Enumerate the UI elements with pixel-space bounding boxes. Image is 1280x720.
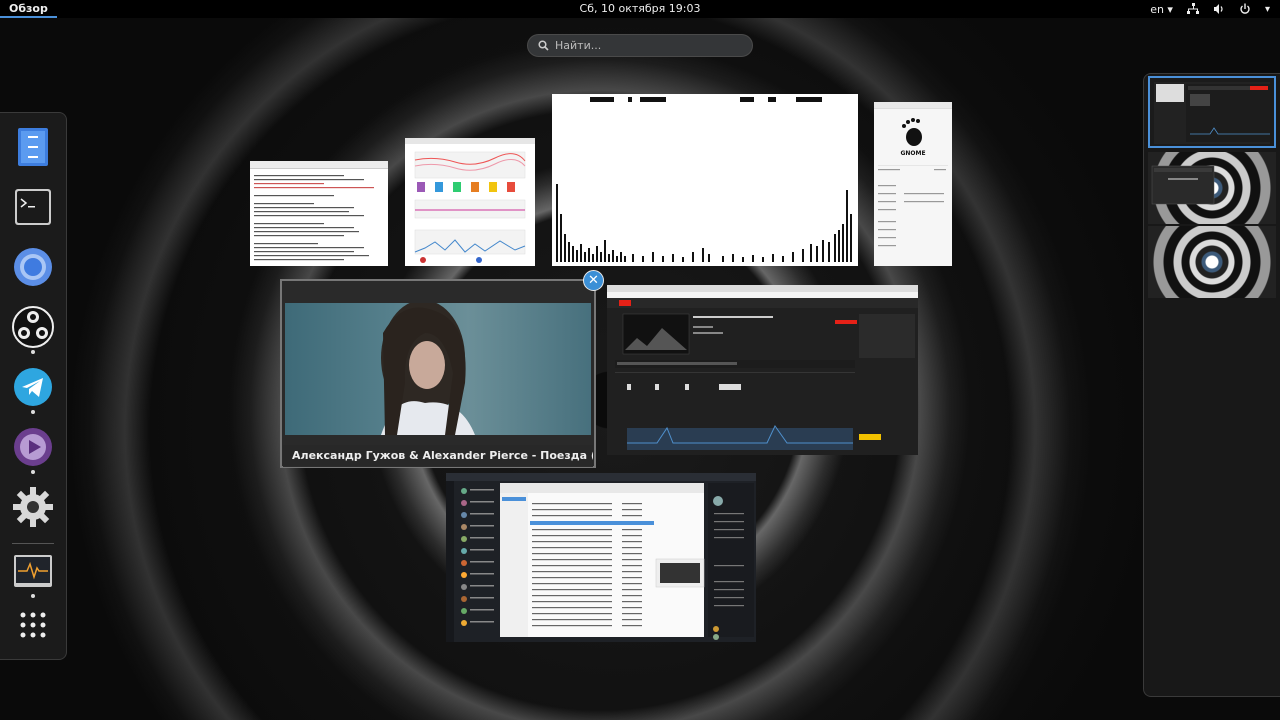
workspace-1-preview bbox=[1154, 82, 1270, 144]
workspace-2-preview bbox=[1151, 165, 1215, 205]
dash-item-system-monitor[interactable] bbox=[11, 549, 55, 593]
window-thumbnail-video-player[interactable] bbox=[280, 279, 596, 468]
system-tray: en ▾ ▾ bbox=[1150, 0, 1270, 18]
dash-item-files[interactable] bbox=[11, 125, 55, 169]
obs-icon bbox=[12, 306, 54, 348]
gnome-logo-text: GNOME bbox=[900, 150, 926, 157]
search-icon bbox=[538, 36, 549, 55]
gnome-foot-icon bbox=[902, 118, 922, 146]
running-indicator bbox=[31, 594, 35, 598]
window-thumbnail-spectrum-analyzer[interactable] bbox=[552, 94, 858, 266]
media-player-icon bbox=[14, 428, 52, 466]
dash-item-telegram[interactable] bbox=[11, 365, 55, 409]
top-bar: Обзор Сб, 10 октября 19:03 en ▾ ▾ bbox=[0, 0, 1280, 18]
overview-screen: Обзор Сб, 10 октября 19:03 en ▾ ▾ Найти.… bbox=[0, 0, 1280, 720]
clock-label[interactable]: Сб, 10 октября 19:03 bbox=[580, 2, 701, 15]
search-field[interactable] bbox=[527, 34, 753, 57]
settings-gear-icon bbox=[13, 487, 53, 527]
dash-item-terminal[interactable] bbox=[11, 185, 55, 229]
terminal-icon bbox=[15, 189, 51, 225]
show-apps-button[interactable] bbox=[11, 603, 55, 647]
close-icon: ✕ bbox=[588, 273, 599, 288]
files-icon bbox=[18, 128, 48, 166]
monitor-graphs-preview bbox=[414, 151, 526, 263]
activities-button[interactable]: Обзор bbox=[0, 0, 57, 18]
workspace-thumbnail-3[interactable] bbox=[1148, 226, 1276, 298]
window-thumbnail-about-gnome[interactable]: GNOME bbox=[874, 102, 952, 266]
video-frame-image bbox=[381, 303, 475, 435]
dash-item-settings[interactable] bbox=[11, 485, 55, 529]
log-text-preview bbox=[254, 175, 374, 261]
workspace-thumbnail-2[interactable] bbox=[1148, 152, 1276, 224]
telegram-icon bbox=[14, 368, 52, 406]
close-window-button[interactable]: ✕ bbox=[583, 270, 604, 291]
window-thumbnail-system-monitor[interactable] bbox=[405, 138, 535, 266]
dash bbox=[0, 112, 67, 660]
dash-separator bbox=[12, 543, 54, 544]
volume-icon[interactable] bbox=[1213, 3, 1225, 15]
power-icon[interactable] bbox=[1239, 3, 1251, 15]
video-frame bbox=[285, 303, 591, 435]
about-gnome-preview bbox=[878, 118, 948, 247]
language-label: en bbox=[1150, 2, 1164, 16]
window-titlebar bbox=[607, 285, 918, 292]
system-monitor-icon bbox=[14, 555, 52, 587]
window-thumbnail-file-manager[interactable] bbox=[446, 473, 756, 642]
window-titlebar bbox=[874, 102, 952, 109]
dash-item-media-player[interactable] bbox=[11, 425, 55, 469]
window-titlebar bbox=[446, 473, 756, 481]
chromium-icon bbox=[14, 248, 52, 286]
window-caption: Александр Гужов & Alexander Pierce - Пое… bbox=[283, 445, 593, 467]
running-indicator bbox=[31, 410, 35, 414]
window-thumbnail-terminal-log[interactable] bbox=[250, 161, 388, 266]
system-menu-arrow-icon[interactable]: ▾ bbox=[1265, 4, 1270, 15]
network-icon[interactable] bbox=[1186, 3, 1199, 15]
clock: Сб, 10 октября 19:03 bbox=[0, 0, 1280, 18]
running-indicator bbox=[31, 470, 35, 474]
show-apps-icon bbox=[20, 612, 46, 638]
file-manager-preview bbox=[446, 481, 754, 642]
keyboard-layout-indicator[interactable]: en ▾ bbox=[1150, 3, 1173, 16]
dash-item-chromium[interactable] bbox=[11, 245, 55, 289]
running-indicator bbox=[31, 350, 35, 354]
workspace-thumbnail-1[interactable] bbox=[1148, 76, 1276, 148]
window-titlebar bbox=[250, 161, 388, 169]
window-thumbnail-youtube-studio[interactable] bbox=[607, 285, 918, 455]
spectrum-preview bbox=[556, 97, 852, 262]
dash-item-obs[interactable] bbox=[11, 305, 55, 349]
studio-dashboard-preview bbox=[607, 298, 918, 450]
search-input[interactable] bbox=[555, 39, 745, 52]
